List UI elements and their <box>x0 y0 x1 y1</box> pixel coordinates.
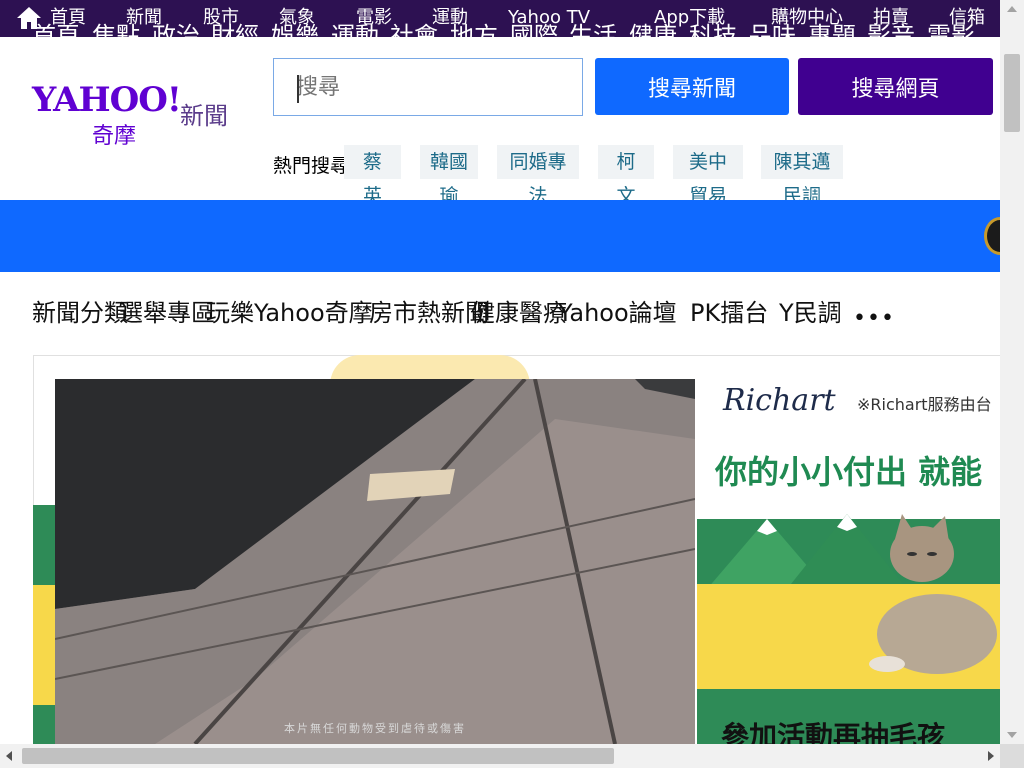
subnav-item[interactable]: PK擂台 <box>690 298 768 328</box>
category-tab-society[interactable]: 社會 <box>390 21 438 51</box>
hot-tag[interactable]: 同婚專法 <box>497 145 579 207</box>
category-tab-focus[interactable]: 焦點 <box>92 21 140 51</box>
hot-tag[interactable]: 美中貿易 <box>673 145 743 207</box>
category-tab-entertainment[interactable]: 娛樂 <box>271 21 319 51</box>
category-tab-life[interactable]: 生活 <box>569 21 617 51</box>
scrollbar-corner <box>1000 744 1024 768</box>
search-input[interactable] <box>273 58 583 116</box>
category-tab-finance[interactable]: 財經 <box>211 21 259 51</box>
subnav-item[interactable]: 玩樂Yahoo奇摩 <box>206 298 373 328</box>
scroll-up-arrow-icon[interactable] <box>1006 4 1018 14</box>
page-viewport: 首頁 新聞 股市 氣象 電影 運動 Yahoo TV App下載 購物中心 拍賣… <box>0 0 1000 744</box>
scroll-right-arrow-icon[interactable] <box>986 750 996 762</box>
subnav-item[interactable]: 新聞分類 <box>32 298 128 328</box>
yahoo-news-logo[interactable]: YAHOO! 奇摩 新聞 <box>32 80 237 150</box>
active-tab-indicator <box>32 64 63 70</box>
category-tab-international[interactable]: 國際 <box>510 21 558 51</box>
text-cursor <box>297 75 299 103</box>
video-frame-image <box>55 379 695 744</box>
subnav-item[interactable]: Yahoo論壇 <box>558 298 677 328</box>
ad-cta[interactable]: 參加活動再抽毛孩 <box>721 715 945 744</box>
hot-tag[interactable]: 陳其邁民調 <box>761 145 843 207</box>
ad-decoration <box>33 585 55 705</box>
more-menu-icon[interactable]: ••• <box>853 306 895 331</box>
category-tab-tech[interactable]: 科技 <box>689 21 737 51</box>
category-tab-film[interactable]: 電影 <box>927 21 975 51</box>
logo-qimo-text: 奇摩 <box>92 124 137 149</box>
subnav-item[interactable]: 健康醫療 <box>471 298 567 328</box>
ad-decoration <box>33 505 55 585</box>
subnav-item[interactable]: 選舉專區 <box>119 298 215 328</box>
category-tab-politics[interactable]: 政治 <box>152 21 200 51</box>
category-tab-home[interactable]: 首頁 <box>32 21 80 51</box>
ad-video[interactable]: 本片無任何動物受到虐待或傷害 <box>55 379 695 744</box>
category-tab-special[interactable]: 專題 <box>808 21 856 51</box>
hot-tag[interactable]: 蔡英文 <box>344 145 401 241</box>
horizontal-scrollbar-thumb[interactable] <box>22 748 614 764</box>
ad-disclaimer: ※Richart服務由台 <box>857 395 992 414</box>
subnav-item[interactable]: Y民調 <box>779 298 842 328</box>
logo-yahoo-text: YAHOO! <box>32 80 182 120</box>
video-caption: 本片無任何動物受到虐待或傷害 <box>284 722 466 735</box>
search-news-button[interactable]: 搜尋新聞 <box>595 58 789 115</box>
richart-ad[interactable]: Richart ※Richart服務由台 你的小小付出 就能 參加活動再抽毛孩 <box>697 379 1000 744</box>
ad-decoration <box>33 705 55 744</box>
cat-illustration <box>869 514 997 674</box>
search-web-button[interactable]: 搜尋網頁 <box>798 58 993 115</box>
category-tab-video[interactable]: 影音 <box>867 21 915 51</box>
hot-tag[interactable]: 韓國瑜 <box>420 145 478 207</box>
category-tab-taste[interactable]: 品味 <box>748 21 796 51</box>
hot-tag[interactable]: 柯文哲 <box>598 145 654 241</box>
scroll-down-arrow-icon[interactable] <box>1006 730 1018 740</box>
category-bar <box>0 200 1000 272</box>
vertical-scrollbar-thumb[interactable] <box>1004 54 1020 132</box>
logo-section-text: 新聞 <box>180 102 228 130</box>
scroll-left-arrow-icon[interactable] <box>4 750 14 762</box>
ad-headline: 你的小小付出 就能 <box>715 453 983 491</box>
category-tab-local[interactable]: 地方 <box>450 21 498 51</box>
category-tab-health[interactable]: 健康 <box>629 21 677 51</box>
category-tab-sports[interactable]: 運動 <box>331 21 379 51</box>
richart-logo: Richart <box>723 383 836 418</box>
